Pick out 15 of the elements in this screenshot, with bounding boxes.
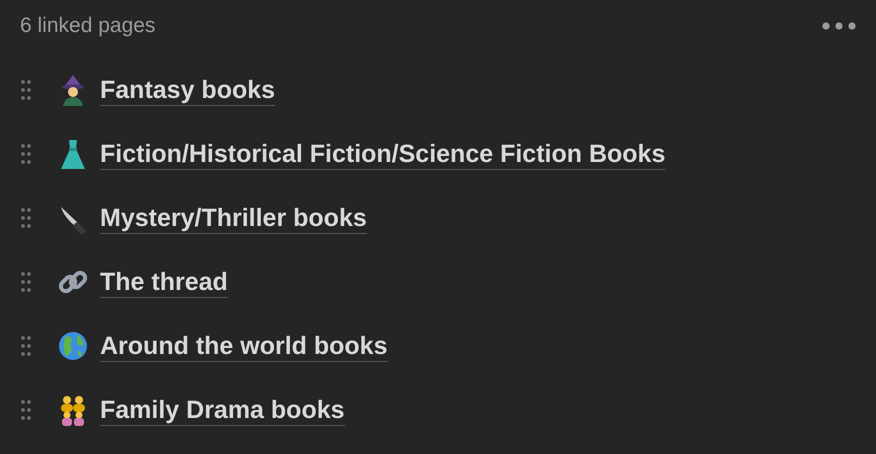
drag-handle-icon[interactable]: [20, 207, 32, 229]
drag-handle-icon[interactable]: [20, 143, 32, 165]
drag-handle-icon[interactable]: [20, 79, 32, 101]
drag-handle-icon[interactable]: [20, 271, 32, 293]
drag-handle-icon[interactable]: [20, 335, 32, 357]
more-icon[interactable]: [822, 22, 856, 30]
page-link[interactable]: Mystery/Thriller books: [100, 202, 367, 234]
page-link[interactable]: The thread: [100, 266, 228, 298]
globe-icon: [56, 329, 90, 363]
page-link[interactable]: Fantasy books: [100, 74, 276, 106]
drag-handle-icon[interactable]: [20, 399, 32, 421]
page-link[interactable]: Around the world books: [100, 330, 388, 362]
section-title: 6 linked pages: [20, 14, 156, 38]
page-link[interactable]: Family Drama books: [100, 394, 345, 426]
page-link[interactable]: Fiction/Historical Fiction/Science Fiction Books: [100, 138, 666, 170]
